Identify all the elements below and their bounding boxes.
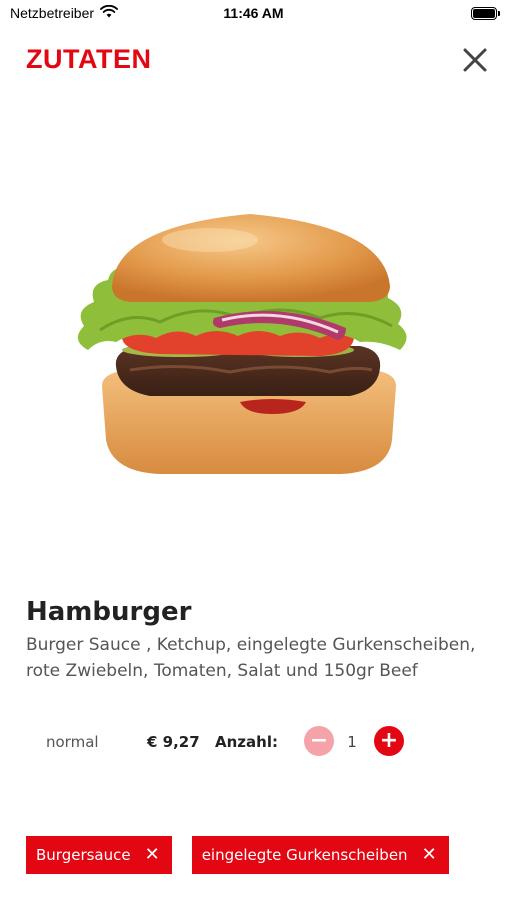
- tag-label: eingelegte Gurkenscheiben: [201, 846, 408, 864]
- close-button[interactable]: [461, 46, 489, 74]
- quantity-value: 1: [347, 733, 357, 751]
- minus-icon: −: [309, 728, 329, 753]
- size-label: normal: [46, 733, 99, 751]
- remove-icon[interactable]: ✕: [145, 846, 160, 864]
- product-image: [77, 214, 407, 474]
- tag-label: Burgersauce: [36, 846, 131, 864]
- tag-eingelegte-gurkenscheiben[interactable]: eingelegte Gurkenscheiben ✕: [191, 836, 449, 874]
- price-label: € 9,27: [147, 733, 200, 751]
- product-name: Hamburger: [26, 597, 192, 627]
- remove-icon[interactable]: ✕: [422, 846, 437, 864]
- increase-quantity-button[interactable]: +: [374, 726, 404, 756]
- close-icon: [463, 48, 487, 72]
- product-description: Burger Sauce , Ketchup, eingelegte Gurke…: [26, 635, 476, 681]
- page-title: ZUTATEN: [26, 44, 152, 74]
- status-bar: Netzbetreiber 11:46 AM: [0, 0, 507, 28]
- ingredients-screen: Netzbetreiber 11:46 AM ZUTATEN Hamburger…: [0, 0, 507, 900]
- plus-icon: +: [379, 728, 399, 753]
- tag-burgersauce[interactable]: Burgersauce ✕: [26, 836, 172, 874]
- status-time: 11:46 AM: [223, 5, 284, 21]
- decrease-quantity-button[interactable]: −: [304, 726, 334, 756]
- quantity-label: Anzahl:: [215, 733, 278, 751]
- option-row: normal € 9,27 Anzahl: − 1 +: [0, 726, 507, 758]
- ingredient-tags: Burgersauce ✕ eingelegte Gurkenscheiben …: [26, 836, 449, 874]
- battery-icon: [471, 7, 500, 20]
